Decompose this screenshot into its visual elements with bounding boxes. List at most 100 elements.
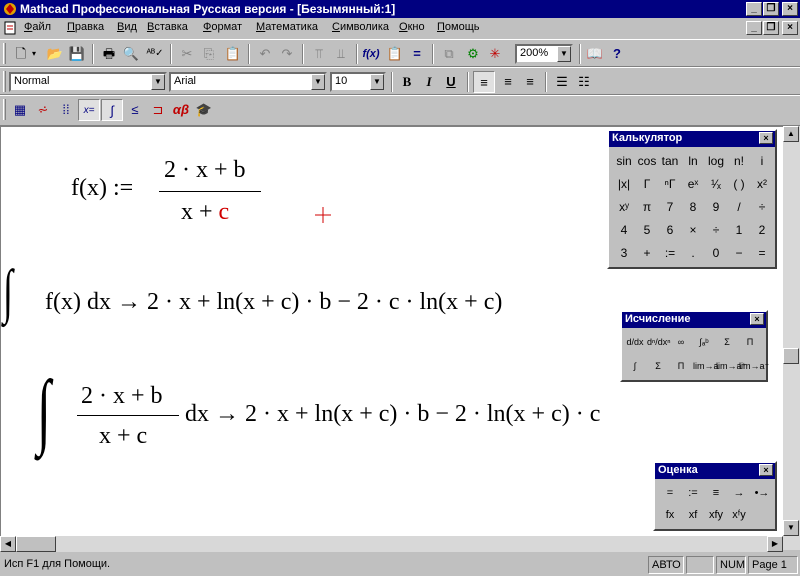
calculator-button-3-0[interactable]: 4	[613, 220, 635, 240]
calculator-button-4-5[interactable]: −	[728, 243, 750, 263]
calculator-button-1-6[interactable]: x²	[751, 174, 773, 194]
spell-check-icon[interactable]: ᴬᴮ✓	[144, 43, 166, 65]
calculator-button-1-3[interactable]: eˣ	[682, 174, 704, 194]
font-select[interactable]: Arial ▼	[169, 72, 327, 92]
print-preview-icon[interactable]: 🔍	[120, 43, 142, 65]
calculator-button-0-1[interactable]: cos	[636, 151, 658, 171]
menu-view[interactable]: Вид	[117, 21, 137, 33]
redo-icon[interactable]: ↷	[276, 43, 298, 65]
calculator-button-3-1[interactable]: 5	[636, 220, 658, 240]
calculus-button-0-1[interactable]: dⁿ/dxⁿ	[647, 332, 671, 352]
chevron-down-icon[interactable]: ▼	[311, 74, 325, 90]
calculator-button-1-4[interactable]: ¹⁄ₓ	[705, 174, 727, 194]
symbolic-palette-icon[interactable]: 🎓	[193, 99, 215, 121]
menu-symbolics[interactable]: Символика	[332, 21, 389, 33]
run-script-icon[interactable]: ⚙	[462, 43, 484, 65]
close-icon[interactable]: ×	[750, 313, 764, 325]
evaluation-button-0-0[interactable]: =	[659, 483, 681, 503]
scroll-down-icon[interactable]: ▼	[783, 520, 799, 536]
calculator-button-0-4[interactable]: log	[705, 151, 727, 171]
toolbar-grip[interactable]	[3, 99, 6, 120]
chevron-down-icon[interactable]: ▼	[557, 46, 571, 62]
horizontal-scroll-thumb[interactable]	[16, 536, 56, 552]
calculus-button-1-5[interactable]: lim→a⁻	[739, 356, 769, 376]
calculus-button-0-5[interactable]: Π	[739, 332, 761, 352]
calculator-button-0-6[interactable]: i	[751, 151, 773, 171]
scroll-left-icon[interactable]: ◀	[0, 536, 16, 552]
programming-palette-icon[interactable]: ⊐	[147, 99, 169, 121]
chevron-down-icon[interactable]: ▼	[370, 74, 384, 90]
evaluation-button-0-2[interactable]: ≡	[705, 483, 727, 503]
paste-icon[interactable]: 📋	[222, 43, 244, 65]
evaluation-button-0-4[interactable]: •→	[751, 483, 773, 503]
boolean-palette-icon[interactable]: ≤	[124, 99, 146, 121]
calculus-palette-title[interactable]: Исчисление ×	[622, 312, 766, 328]
calculus-button-1-3[interactable]: lim→a	[693, 356, 719, 376]
close-button[interactable]: ×	[782, 2, 798, 16]
calculator-button-0-2[interactable]: tan	[659, 151, 681, 171]
greek-palette-icon[interactable]: αβ	[170, 99, 192, 121]
chevron-down-icon[interactable]: ▼	[151, 74, 165, 90]
evaluation-button-1-0[interactable]: fx	[659, 505, 681, 525]
calculus-button-1-0[interactable]: ∫	[624, 356, 646, 376]
evaluation-palette-title[interactable]: Оценка ×	[655, 463, 775, 479]
calculator-button-1-1[interactable]: Γ	[636, 174, 658, 194]
calculator-palette-title[interactable]: Калькулятор ×	[609, 131, 775, 147]
calculator-button-0-5[interactable]: n!	[728, 151, 750, 171]
calculator-button-2-0[interactable]: xʸ	[613, 197, 635, 217]
menu-help[interactable]: Помощь	[437, 21, 480, 33]
calculator-button-4-1[interactable]: +	[636, 243, 658, 263]
insert-function-icon[interactable]: f(x)	[360, 43, 382, 65]
calculus-button-0-4[interactable]: Σ	[716, 332, 738, 352]
evaluation-button-1-1[interactable]: xf	[682, 505, 704, 525]
evaluation-button-1-3[interactable]: xᶠy	[728, 505, 750, 525]
menu-file[interactable]: Файл	[24, 21, 51, 33]
minimize-button[interactable]: _	[746, 2, 762, 16]
save-icon[interactable]: 💾	[66, 43, 88, 65]
calculus-palette-icon[interactable]: ∫	[101, 99, 123, 121]
maximize-button[interactable]: ❐	[763, 2, 779, 16]
style-select[interactable]: Normal ▼	[9, 72, 167, 92]
align-right-icon[interactable]: ≡	[519, 71, 541, 93]
calculus-button-0-3[interactable]: ∫ₐᵇ	[693, 332, 715, 352]
doc-close-button[interactable]: ×	[782, 21, 798, 35]
print-icon[interactable]: 🖶	[98, 43, 120, 65]
calculator-button-1-5[interactable]: ( )	[728, 174, 750, 194]
menu-window[interactable]: Окно	[399, 21, 425, 33]
calculator-button-2-1[interactable]: π	[636, 197, 658, 217]
calculator-button-1-0[interactable]: |x|	[613, 174, 635, 194]
insert-component-icon[interactable]: ⧉	[438, 43, 460, 65]
calculator-button-4-0[interactable]: 3	[613, 243, 635, 263]
cut-icon[interactable]: ✂	[176, 43, 198, 65]
scroll-up-icon[interactable]: ▲	[783, 126, 799, 142]
menu-insert[interactable]: Вставка	[147, 21, 188, 33]
calculator-button-2-4[interactable]: 9	[705, 197, 727, 217]
calculator-button-0-3[interactable]: ln	[682, 151, 704, 171]
calculator-button-1-2[interactable]: ⁿΓ	[659, 174, 681, 194]
bold-icon[interactable]: B	[396, 71, 418, 93]
open-folder-icon[interactable]: 📂	[44, 43, 66, 65]
menu-format[interactable]: Формат	[203, 21, 242, 33]
align-left-icon[interactable]: ≡	[473, 71, 495, 93]
calculator-button-2-6[interactable]: ÷	[751, 197, 773, 217]
calculator-button-4-2[interactable]: :=	[659, 243, 681, 263]
evaluation-button-0-3[interactable]: →	[728, 483, 750, 503]
evaluation-button-1-2[interactable]: xfy	[705, 505, 727, 525]
doc-restore-button[interactable]: ❐	[763, 21, 779, 35]
scroll-right-icon[interactable]: ▶	[767, 536, 783, 552]
vertical-scroll-thumb[interactable]	[783, 348, 799, 364]
menu-math[interactable]: Математика	[256, 21, 318, 33]
close-icon[interactable]: ×	[759, 464, 773, 476]
help-question-icon[interactable]: ?	[606, 43, 628, 65]
document-icon[interactable]	[3, 21, 17, 35]
calculate-icon[interactable]: =	[406, 43, 428, 65]
horizontal-scrollbar[interactable]: ◀ ▶	[0, 536, 783, 552]
calculator-button-3-3[interactable]: ×	[682, 220, 704, 240]
calculus-button-1-2[interactable]: Π	[670, 356, 692, 376]
calculus-button-0-2[interactable]: ∞	[670, 332, 692, 352]
graph-palette-icon[interactable]: ⩫	[32, 99, 54, 121]
underline-icon[interactable]: U	[440, 71, 462, 93]
calculator-button-3-4[interactable]: ÷	[705, 220, 727, 240]
calculus-button-1-4[interactable]: lim→a⁺	[716, 356, 746, 376]
calculator-button-4-4[interactable]: 0	[705, 243, 727, 263]
